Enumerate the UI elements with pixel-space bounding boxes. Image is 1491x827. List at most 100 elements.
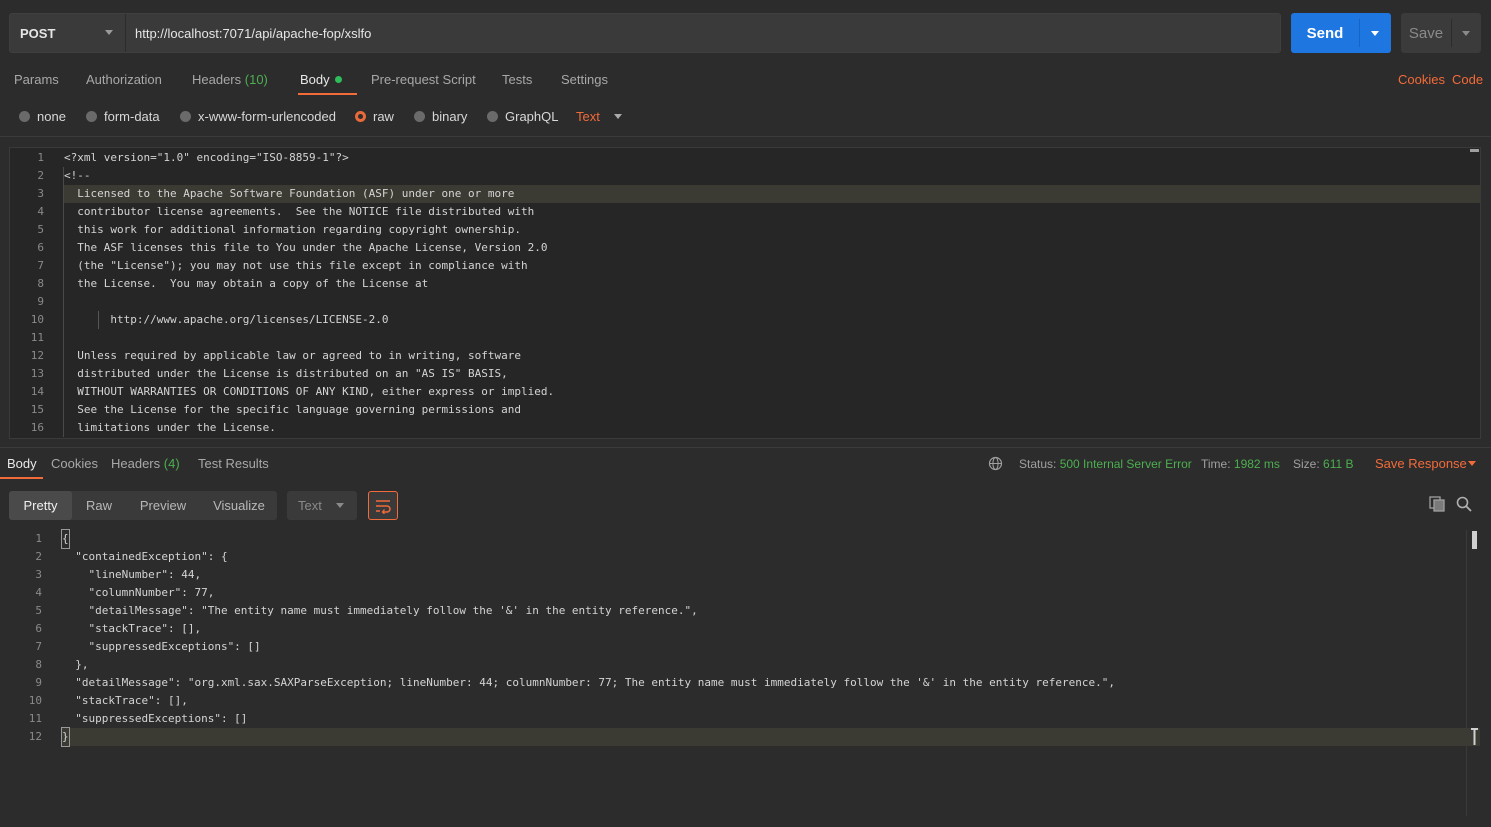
tab-tests[interactable]: Tests bbox=[502, 72, 532, 96]
code-text: "detailMessage": "org.xml.sax.SAXParseEx… bbox=[62, 676, 1115, 689]
line-number: 10 bbox=[30, 313, 44, 326]
line-number: 2 bbox=[37, 169, 44, 182]
radio-icon[interactable] bbox=[487, 111, 498, 122]
tab-params[interactable]: Params bbox=[14, 72, 59, 96]
code-text: <?xml version="1.0" encoding="ISO-8859-1… bbox=[64, 151, 349, 164]
line-number: 8 bbox=[35, 658, 42, 671]
radio-label: none bbox=[37, 109, 66, 124]
tab-settings[interactable]: Settings bbox=[561, 72, 608, 96]
code-text: contributor license agreements. See the … bbox=[64, 205, 535, 218]
cookies-link[interactable]: Cookies bbox=[1398, 72, 1445, 87]
response-tab-body[interactable]: Body bbox=[7, 456, 37, 471]
scrollbar-thumb[interactable] bbox=[1472, 531, 1477, 549]
radio-label: raw bbox=[373, 109, 394, 124]
url-input[interactable] bbox=[126, 14, 1276, 52]
search-icon[interactable] bbox=[1455, 495, 1473, 513]
divider bbox=[0, 136, 1491, 137]
radio-selected-icon[interactable] bbox=[355, 111, 366, 122]
code-text: WITHOUT WARRANTIES OR CONDITIONS OF ANY … bbox=[64, 385, 555, 398]
status-label: Status: bbox=[1019, 457, 1057, 471]
copy-icon[interactable] bbox=[1428, 495, 1446, 513]
body-type-none[interactable]: none bbox=[19, 109, 66, 124]
line-number: 3 bbox=[37, 187, 44, 200]
scrollbar-thumb[interactable] bbox=[1470, 149, 1479, 152]
save-button-label[interactable]: Save bbox=[1401, 13, 1451, 53]
request-body-editor[interactable]: 1 <?xml version="1.0" encoding="ISO-8859-… bbox=[9, 147, 1481, 439]
save-options-chevron-down-icon[interactable] bbox=[1462, 31, 1470, 36]
tab-pre-request-script[interactable]: Pre-request Script bbox=[371, 72, 476, 96]
line-number: 16 bbox=[30, 421, 44, 434]
line-number: 4 bbox=[35, 586, 42, 599]
line-number: 6 bbox=[35, 622, 42, 635]
view-mode-pretty[interactable]: Pretty bbox=[9, 491, 72, 520]
save-response-button[interactable]: Save Response bbox=[1375, 456, 1467, 471]
code-text: limitations under the License. bbox=[64, 421, 276, 434]
response-body-viewer[interactable]: 1 {2 "containedException": {3 "lineNumber… bbox=[0, 529, 1480, 820]
chevron-down-icon[interactable] bbox=[105, 30, 113, 35]
view-mode-preview[interactable]: Preview bbox=[131, 491, 195, 520]
line-number: 7 bbox=[35, 640, 42, 653]
body-modified-dot-icon bbox=[334, 76, 342, 84]
send-button[interactable]: Send bbox=[1291, 13, 1391, 53]
code-text: "stackTrace": [], bbox=[62, 622, 202, 635]
send-options-chevron-down-icon[interactable] bbox=[1371, 31, 1379, 36]
response-format-select[interactable]: Text bbox=[287, 491, 357, 520]
code-link[interactable]: Code bbox=[1452, 72, 1483, 87]
wrap-lines-icon bbox=[376, 500, 391, 514]
size-label: Size: bbox=[1293, 457, 1320, 471]
body-type-urlencoded[interactable]: x-www-form-urlencoded bbox=[180, 109, 336, 124]
code-text: "suppressedExceptions": [] bbox=[62, 712, 248, 725]
chevron-down-icon[interactable] bbox=[614, 114, 622, 119]
globe-icon[interactable] bbox=[988, 456, 1003, 471]
radio-icon[interactable] bbox=[414, 111, 425, 122]
status-value: 500 Internal Server Error bbox=[1059, 457, 1192, 471]
line-number: 7 bbox=[37, 259, 44, 272]
size-readout: Size: 611 B bbox=[1293, 457, 1354, 471]
code-text: http://www.apache.org/licenses/LICENSE-2… bbox=[64, 313, 389, 326]
line-number: 13 bbox=[30, 367, 44, 380]
code-text: the License. You may obtain a copy of th… bbox=[64, 277, 429, 290]
body-type-binary[interactable]: binary bbox=[414, 109, 467, 124]
tab-label: Headers bbox=[192, 72, 242, 87]
radio-label: binary bbox=[432, 109, 468, 124]
tab-authorization[interactable]: Authorization bbox=[86, 72, 162, 96]
url-bar: POST bbox=[9, 13, 1281, 53]
body-type-graphql[interactable]: GraphQL bbox=[487, 109, 558, 124]
view-mode-visualize[interactable]: Visualize bbox=[207, 491, 271, 520]
time-label: Time: bbox=[1201, 457, 1231, 471]
wrap-lines-button[interactable] bbox=[368, 491, 398, 520]
send-button-label[interactable]: Send bbox=[1291, 13, 1359, 53]
raw-language-select[interactable]: Text bbox=[576, 109, 600, 124]
chevron-down-icon[interactable] bbox=[1468, 461, 1476, 466]
tab-label: Authorization bbox=[86, 72, 162, 87]
response-tab-test-results[interactable]: Test Results bbox=[198, 456, 269, 471]
line-number: 1 bbox=[35, 532, 42, 545]
radio-icon[interactable] bbox=[180, 111, 191, 122]
code-text: }, bbox=[62, 658, 89, 671]
body-type-raw[interactable]: raw bbox=[355, 109, 394, 124]
body-type-form-data[interactable]: form-data bbox=[86, 109, 160, 124]
response-tab-headers[interactable]: Headers (4) bbox=[111, 456, 180, 471]
line-number: 14 bbox=[30, 385, 44, 398]
code-text: { bbox=[61, 529, 70, 549]
line-number: 9 bbox=[35, 676, 42, 689]
radio-label: x-www-form-urlencoded bbox=[198, 109, 336, 124]
response-tab-cookies[interactable]: Cookies bbox=[51, 456, 98, 471]
view-mode-raw[interactable]: Raw bbox=[79, 491, 119, 520]
code-text: distributed under the License is distrib… bbox=[64, 367, 508, 380]
tab-label: Headers bbox=[111, 456, 161, 471]
format-label: Text bbox=[298, 498, 322, 513]
code-text: "stackTrace": [], bbox=[62, 694, 188, 707]
size-value: 611 B bbox=[1323, 457, 1354, 471]
code-text: Licensed to the Apache Software Foundati… bbox=[64, 187, 515, 200]
save-button[interactable]: Save bbox=[1401, 13, 1481, 53]
code-text: this work for additional information reg… bbox=[64, 223, 521, 236]
radio-icon[interactable] bbox=[19, 111, 30, 122]
chevron-down-icon bbox=[336, 503, 344, 508]
line-number: 5 bbox=[37, 223, 44, 236]
line-number: 11 bbox=[30, 331, 44, 344]
scrollbar-track[interactable] bbox=[1466, 530, 1467, 816]
tab-headers[interactable]: Headers (10) bbox=[192, 72, 268, 96]
line-number: 12 bbox=[30, 349, 44, 362]
radio-icon[interactable] bbox=[86, 111, 97, 122]
